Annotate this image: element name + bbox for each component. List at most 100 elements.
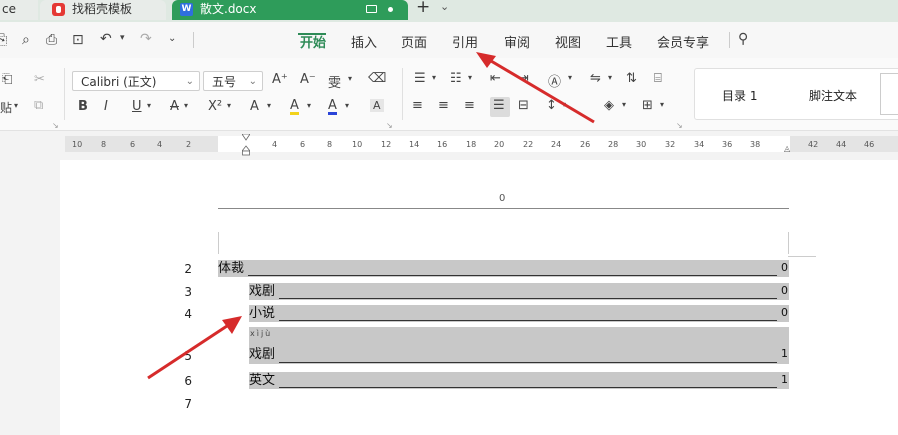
toc-page-number: 1 xyxy=(781,373,788,386)
ruler-tick: 28 xyxy=(608,140,619,149)
clipboard-launcher-icon[interactable]: ↘ xyxy=(52,121,59,130)
ruler-tick: 30 xyxy=(636,140,647,149)
shrink-font-button[interactable]: A⁻ xyxy=(300,72,316,87)
line-break-dropdown-icon[interactable]: ▾ xyxy=(608,73,612,82)
font-launcher-icon[interactable]: ↘ xyxy=(386,121,393,130)
tab-partial[interactable]: ce xyxy=(0,0,38,20)
highlight-button[interactable]: A xyxy=(290,99,299,115)
show-marks-icon[interactable]: ⌸ xyxy=(654,71,662,86)
font-name-select[interactable]: Calibri (正文) ⌄ xyxy=(72,71,200,91)
ruler-tick: 36 xyxy=(722,140,733,149)
font-size-select[interactable]: 五号 ⌄ xyxy=(203,71,263,91)
toc-entry[interactable]: 戏剧 1 xyxy=(249,346,789,364)
search-icon[interactable]: ⚲ xyxy=(738,31,748,47)
document-canvas xyxy=(0,152,60,435)
print-preview-icon[interactable]: ⊡ xyxy=(72,32,84,48)
toc-entry[interactable]: 体裁 0 xyxy=(218,260,789,277)
new-tab-button[interactable]: + xyxy=(416,0,430,17)
ruler-tick: 24 xyxy=(551,140,562,149)
paragraph-launcher-icon[interactable]: ↘ xyxy=(676,121,683,130)
paste-dropdown-icon[interactable]: ▾ xyxy=(14,101,18,110)
shading-icon[interactable]: ◈ xyxy=(604,98,614,113)
toc-leader xyxy=(248,275,777,276)
border-icon[interactable]: ⊞ xyxy=(642,98,653,113)
menu-insert[interactable]: 插入 xyxy=(351,32,377,51)
character-border-button[interactable]: A xyxy=(370,99,384,112)
superscript-button[interactable]: X² xyxy=(208,99,222,114)
text-effect-button[interactable]: A xyxy=(250,99,259,114)
copy-icon[interactable]: ⧉ xyxy=(34,98,43,113)
numbered-list-icon[interactable]: ☷ xyxy=(450,71,462,86)
ruler-tick: 18 xyxy=(466,140,477,149)
ruler-tick: 16 xyxy=(437,140,448,149)
bullet-dropdown-icon[interactable]: ▾ xyxy=(432,73,436,82)
tab-document-label: 散文.docx xyxy=(200,2,257,16)
toc-page-number: 1 xyxy=(781,347,788,360)
ribbon-divider xyxy=(64,68,65,120)
toc-entry[interactable]: 小说 0 xyxy=(249,305,789,322)
paste-button[interactable]: 贴 xyxy=(0,99,12,116)
paste-icon[interactable]: ⎗ xyxy=(2,72,12,87)
ruler-tick: 22 xyxy=(523,140,534,149)
strikethrough-dropdown-icon[interactable]: ▾ xyxy=(184,101,188,110)
ruler-tick: 10 xyxy=(352,140,363,149)
underline-dropdown-icon[interactable]: ▾ xyxy=(147,101,151,110)
toc-entry[interactable]: 英文 1 xyxy=(249,372,789,389)
toc-leader xyxy=(279,320,777,321)
more-chevron-icon[interactable]: ⌄ xyxy=(168,33,176,44)
style-footnote-text[interactable]: 脚注文本 xyxy=(809,87,857,104)
menu-bar xyxy=(0,22,898,58)
superscript-dropdown-icon[interactable]: ▾ xyxy=(227,101,231,110)
redo-icon[interactable]: ↷ xyxy=(140,31,152,47)
font-color-dropdown-icon[interactable]: ▾ xyxy=(345,101,349,110)
style-toc1[interactable]: 目录 1 xyxy=(722,87,757,104)
menu-member[interactable]: 会员专享 xyxy=(657,32,709,51)
tab-list-chevron-icon[interactable]: ⌄ xyxy=(440,0,449,13)
undo-dropdown-icon[interactable]: ▾ xyxy=(120,33,125,43)
word-doc-icon: W xyxy=(180,3,193,16)
text-effect-dropdown-icon[interactable]: ▾ xyxy=(267,101,271,110)
tab-document[interactable]: W 散文.docx xyxy=(172,0,408,20)
highlight-dropdown-icon[interactable]: ▾ xyxy=(307,101,311,110)
align-center-icon[interactable]: ≡ xyxy=(438,98,449,113)
cut-icon[interactable]: ✂ xyxy=(34,72,45,87)
menu-divider xyxy=(193,32,194,48)
align-left-icon[interactable]: ≡ xyxy=(412,98,423,113)
right-indent-marker-icon[interactable]: ◬ xyxy=(784,144,790,153)
phonetic-guide-button[interactable]: 雯 xyxy=(328,72,341,91)
bullet-list-icon[interactable]: ☰ xyxy=(414,71,426,86)
margin-corner-mark xyxy=(788,256,816,257)
ruler-tick: 4 xyxy=(272,140,278,149)
active-menu-indicator xyxy=(298,33,326,35)
phonetic-dropdown-icon[interactable]: ▾ xyxy=(348,74,352,83)
ruler-tick: 14 xyxy=(409,140,420,149)
undo-icon[interactable]: ↶ xyxy=(100,31,112,47)
indent-marker-icon[interactable] xyxy=(242,134,250,156)
monitor-icon[interactable] xyxy=(366,5,377,13)
toc-entry-text: 戏剧 xyxy=(249,284,276,299)
toc-entry[interactable]: 戏剧 0 xyxy=(249,283,789,300)
strikethrough-button[interactable]: A xyxy=(170,99,179,114)
menu-page[interactable]: 页面 xyxy=(401,32,427,51)
border-dropdown-icon[interactable]: ▾ xyxy=(660,100,664,109)
shading-dropdown-icon[interactable]: ▾ xyxy=(622,100,626,109)
tab-template[interactable]: 找稻壳模板 xyxy=(40,0,166,20)
italic-button[interactable]: I xyxy=(104,99,108,114)
underline-button[interactable]: U xyxy=(132,99,142,114)
save-icon[interactable]: ⎘ xyxy=(0,32,7,48)
tab-partial-label: ce xyxy=(2,2,16,16)
export-icon[interactable]: ⌕ xyxy=(22,32,30,48)
toc-page-number: 0 xyxy=(781,261,788,274)
grow-font-button[interactable]: A⁺ xyxy=(272,72,288,87)
ruler-tick: 8 xyxy=(101,140,107,149)
chevron-down-icon: ⌄ xyxy=(185,76,194,87)
print-icon[interactable]: ⎙ xyxy=(46,32,57,48)
font-color-button[interactable]: A xyxy=(328,99,337,115)
style-next-preview[interactable] xyxy=(880,73,898,115)
ruler-tick: 38 xyxy=(750,140,761,149)
clear-format-icon[interactable]: ⌫ xyxy=(368,71,386,86)
bold-button[interactable]: B xyxy=(78,99,88,114)
ruler-tick: 8 xyxy=(327,140,333,149)
menu-tools[interactable]: 工具 xyxy=(606,32,632,51)
sort-icon[interactable]: ⇅ xyxy=(626,71,637,86)
